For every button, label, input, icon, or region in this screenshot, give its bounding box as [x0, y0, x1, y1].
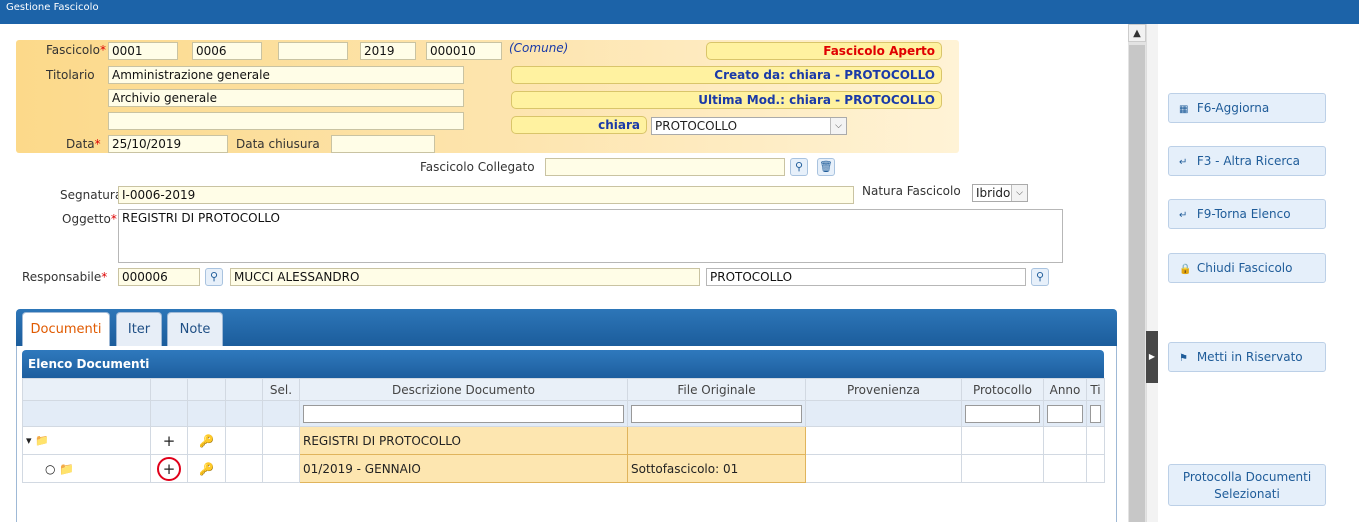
data-chiusura-label: Data chiusura	[236, 137, 320, 151]
lock-icon: 🔒	[1179, 264, 1192, 275]
save-icon: ▦	[1179, 104, 1189, 115]
data-field[interactable]: 25/10/2019	[108, 135, 228, 153]
key-icon[interactable]: 🔑	[187, 454, 226, 483]
key-icon[interactable]: 🔑	[187, 426, 226, 455]
torna-elenco-button[interactable]: ↵ F9-Torna Elenco	[1168, 199, 1326, 229]
comune-label: (Comune)	[509, 41, 569, 55]
chevron-down-icon: ⌵	[830, 118, 846, 134]
add-icon[interactable]: +	[157, 456, 181, 481]
column-header[interactable]: Provenienza	[805, 378, 962, 401]
table-header-row: Sel. Descrizione Documento File Original…	[22, 378, 1105, 401]
responsabile-name-field[interactable]: MUCCI ALESSANDRO	[230, 268, 700, 286]
folder-icon: 📁	[35, 434, 49, 447]
natura-fascicolo-select[interactable]: Ibrido ⌵	[972, 184, 1028, 202]
titolario-field-2[interactable]: Archivio generale	[108, 89, 464, 107]
search-icon[interactable]: ⚲	[205, 268, 223, 286]
protocolla-documenti-button[interactable]: Protocolla Documenti Selezionati	[1168, 464, 1326, 506]
utente-badge: chiara	[511, 116, 647, 134]
column-header	[225, 378, 263, 401]
panel-divider	[1146, 24, 1158, 522]
fascicolo-field-1[interactable]: 0001	[108, 42, 178, 60]
trash-icon[interactable]: 🗑	[817, 158, 835, 176]
creato-da-badge: Creato da: chiara - PROTOCOLLO	[511, 66, 942, 84]
filter-row	[22, 400, 1105, 427]
fascicolo-label: Fascicolo*	[46, 43, 106, 57]
fascicolo-field-2[interactable]: 0006	[192, 42, 262, 60]
ultima-mod-badge: Ultima Mod.: chiara - PROTOCOLLO	[511, 91, 942, 109]
table-row[interactable]: ▾ 📁 + 🔑 REGISTRI DI PROTOCOLLO	[22, 426, 1105, 455]
descrizione-cell: REGISTRI DI PROTOCOLLO	[299, 426, 628, 455]
data-chiusura-field[interactable]	[331, 135, 435, 153]
folder-link-icon: 📁	[59, 461, 75, 476]
fascicolo-field-3[interactable]	[278, 42, 348, 60]
responsabile-code-field[interactable]: 000006	[118, 268, 200, 286]
protocolla-label-1: Protocolla Documenti	[1182, 470, 1312, 484]
anno-cell	[1043, 454, 1087, 483]
altra-ricerca-button[interactable]: ↵ F3 - Altra Ricerca	[1168, 146, 1326, 176]
responsabile-ufficio-field[interactable]: PROTOCOLLO	[706, 268, 1026, 286]
status-badge: Fascicolo Aperto	[706, 42, 942, 60]
tab-note[interactable]: Note	[167, 312, 223, 346]
column-header[interactable]: Sel.	[262, 378, 300, 401]
add-icon[interactable]: +	[150, 426, 188, 455]
numero-field[interactable]: 000010	[426, 42, 502, 60]
aggiorna-button[interactable]: ▦ F6-Aggiorna	[1168, 93, 1326, 123]
filter-tipo-input[interactable]	[1090, 404, 1101, 423]
table-row[interactable]: ○ 📁 + 🔑 01/2019 - GENNAIO Sottofascicolo…	[22, 454, 1105, 483]
descrizione-cell: 01/2019 - GENNAIO	[299, 454, 628, 483]
natura-fascicolo-label: Natura Fascicolo	[862, 184, 961, 198]
oggetto-label: Oggetto*	[62, 212, 117, 226]
scroll-up-icon[interactable]: ▲	[1128, 24, 1146, 42]
collapse-panel-icon[interactable]: ▶	[1146, 331, 1158, 383]
metti-in-riservato-button[interactable]: ⚑ Metti in Riservato	[1168, 342, 1326, 372]
filter-protocollo-input[interactable]	[965, 404, 1040, 423]
titolario-field-3[interactable]	[108, 112, 464, 130]
window-title: Gestione Fascicolo	[0, 0, 1359, 24]
oggetto-field[interactable]: REGISTRI DI PROTOCOLLO	[118, 209, 1063, 263]
tab-iter[interactable]: Iter	[116, 312, 162, 346]
back-arrow-icon: ↵	[1179, 157, 1188, 168]
search-icon[interactable]: ⚲	[790, 158, 808, 176]
tab-documenti[interactable]: Documenti	[22, 312, 110, 348]
chiudi-fascicolo-button[interactable]: 🔒 Chiudi Fascicolo	[1168, 253, 1326, 283]
titolario-label: Titolario	[46, 68, 95, 82]
anno-cell	[1043, 426, 1087, 455]
data-label: Data*	[66, 137, 101, 151]
anno-field[interactable]: 2019	[360, 42, 416, 60]
column-header[interactable]: Descrizione Documento	[299, 378, 628, 401]
column-header	[150, 378, 188, 401]
back-arrow-icon: ↵	[1179, 210, 1188, 221]
fascicolo-collegato-label: Fascicolo Collegato	[420, 160, 535, 174]
column-header	[22, 378, 151, 401]
protocollo-cell	[961, 426, 1044, 455]
grid-title: Elenco Documenti	[22, 350, 1104, 378]
search-icon[interactable]: ⚲	[1031, 268, 1049, 286]
protocolla-label-2: Selezionati	[1214, 487, 1280, 501]
file-cell: Sottofascicolo: 01	[627, 454, 806, 483]
radio-icon[interactable]: ○	[45, 462, 55, 476]
file-cell	[627, 426, 806, 455]
documents-table: Sel. Descrizione Documento File Original…	[22, 378, 1105, 483]
column-header[interactable]: File Originale	[627, 378, 806, 401]
segnatura-label: Segnatura	[60, 188, 123, 202]
flag-icon: ⚑	[1179, 353, 1188, 364]
column-header[interactable]: Protocollo	[961, 378, 1044, 401]
provenienza-cell	[805, 454, 962, 483]
filter-file-input[interactable]	[631, 404, 802, 423]
expand-caret-icon[interactable]: ▾	[26, 434, 32, 447]
filter-anno-input[interactable]	[1047, 404, 1083, 423]
ufficio-select[interactable]: PROTOCOLLO ⌵	[651, 117, 847, 135]
segnatura-field[interactable]: I-0006-2019	[118, 186, 854, 204]
column-header[interactable]: Ti	[1086, 378, 1105, 401]
column-header[interactable]: Anno	[1043, 378, 1087, 401]
chevron-down-icon: ⌵	[1011, 185, 1027, 201]
scrollbar-thumb[interactable]	[1129, 45, 1145, 522]
titolario-field-1[interactable]: Amministrazione generale	[108, 66, 464, 84]
filter-descrizione-input[interactable]	[303, 404, 624, 423]
responsabile-label: Responsabile*	[22, 270, 108, 284]
provenienza-cell	[805, 426, 962, 455]
protocollo-cell	[961, 454, 1044, 483]
column-header	[187, 378, 226, 401]
fascicolo-collegato-field[interactable]	[545, 158, 785, 176]
